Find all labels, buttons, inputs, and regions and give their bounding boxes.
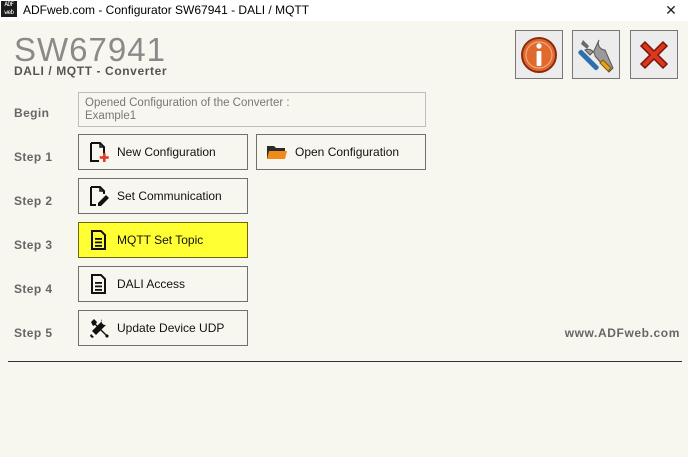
tools-icon [88, 317, 110, 339]
divider-line [8, 361, 682, 362]
window-title: ADFweb.com - Configurator SW67941 - DALI… [23, 3, 310, 17]
document-list-icon [88, 273, 110, 295]
product-code: SW67941 [14, 31, 166, 68]
begin-label: Begin [14, 106, 50, 120]
open-configuration-button[interactable]: Open Configuration [256, 134, 426, 170]
folder-icon [266, 141, 288, 163]
step-1-label: Step 1 [14, 150, 53, 164]
new-configuration-label: New Configuration [117, 145, 216, 159]
product-subtitle: DALI / MQTT - Converter [14, 64, 168, 78]
new-document-icon [88, 141, 110, 163]
status-line-2: Example1 [85, 110, 137, 122]
title-bar: ADF web ADFweb.com - Configurator SW6794… [0, 0, 688, 21]
update-device-udp-label: Update Device UDP [117, 321, 225, 335]
open-configuration-label: Open Configuration [295, 145, 400, 159]
dali-access-label: DALI Access [117, 277, 186, 291]
mqtt-set-topic-button[interactable]: MQTT Set Topic [78, 222, 248, 258]
red-x-icon [639, 40, 669, 69]
step-3-label: Step 3 [14, 238, 53, 252]
document-list-icon [88, 229, 110, 251]
new-configuration-button[interactable]: New Configuration [78, 134, 248, 170]
edit-document-icon [88, 185, 110, 207]
set-communication-label: Set Communication [117, 189, 222, 203]
info-icon [521, 36, 557, 73]
update-device-udp-button[interactable]: Update Device UDP [78, 310, 248, 346]
step-4-label: Step 4 [14, 282, 53, 296]
step-5-label: Step 5 [14, 326, 53, 340]
status-line-1: Opened Configuration of the Converter : [85, 97, 290, 109]
window-close-button[interactable]: ✕ [654, 0, 688, 21]
mqtt-set-topic-label: MQTT Set Topic [117, 233, 204, 247]
config-status-box: Opened Configuration of the Converter : … [78, 92, 426, 127]
set-communication-button[interactable]: Set Communication [78, 178, 248, 214]
settings-button[interactable] [572, 30, 620, 79]
website-link[interactable]: www.ADFweb.com [565, 326, 680, 340]
wrench-screwdriver-icon [578, 39, 614, 73]
info-button[interactable] [515, 30, 563, 79]
app-logo-icon: ADF web [1, 1, 17, 17]
dali-access-button[interactable]: DALI Access [78, 266, 248, 302]
exit-button[interactable] [630, 30, 678, 79]
step-2-label: Step 2 [14, 194, 53, 208]
